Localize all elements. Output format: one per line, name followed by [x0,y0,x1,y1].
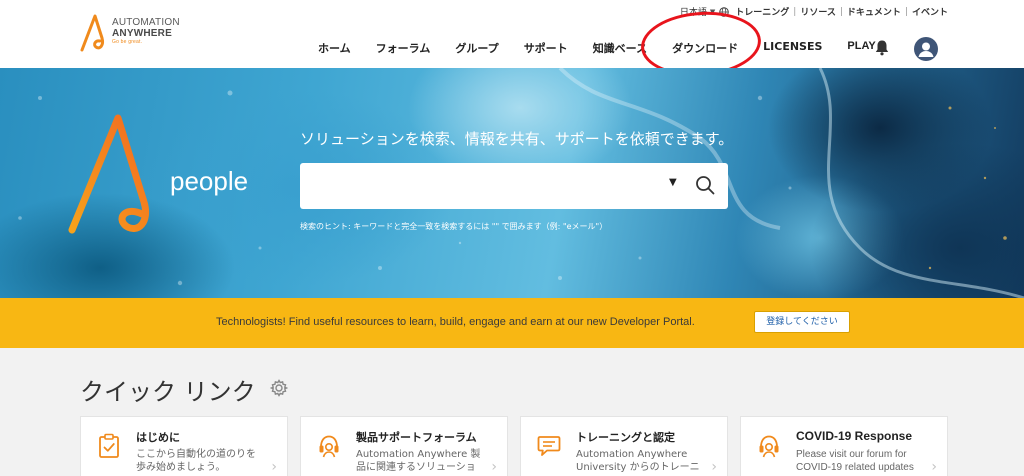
card-description: Automation Anywhere University からのトレーニ [576,449,700,473]
site-header: AUTOMATION ANYWHERE Go be great. 日本語 ▼ ト… [0,0,1024,81]
util-link-training[interactable]: トレーニング [735,5,789,18]
logo-text: AUTOMATION ANYWHERE Go be great. [112,17,180,46]
nav-licenses[interactable]: LICENSES [763,40,822,56]
quick-link-card-support-forum[interactable]: 製品サポートフォーラム Automation Anywhere 製品に関連するソ… [300,416,508,476]
util-divider: | [793,6,797,17]
util-divider: | [839,6,843,17]
person-icon [918,42,934,57]
search-icon[interactable] [694,174,716,196]
quick-link-card-training[interactable]: トレーニングと認定 Automation Anywhere University… [520,416,728,476]
card-title: トレーニングと認定 [576,431,675,444]
nav-forum[interactable]: フォーラム [376,40,431,56]
search-input[interactable] [310,175,650,197]
chevron-right-icon: › [711,459,717,475]
automation-anywhere-logo[interactable]: AUTOMATION ANYWHERE Go be great. [78,12,208,56]
card-description: Automation Anywhere 製品に関連するソリューショ [356,449,481,473]
logo-line-1: AUTOMATION [112,17,180,28]
hero-banner: people ソリューションを検索、情報を共有、サポートを依頼できます。 ▼ 検… [0,68,1024,298]
search-box: ▼ [300,163,728,209]
hero-title: ソリューションを検索、情報を共有、サポートを依頼できます。 [300,130,734,148]
page: AUTOMATION ANYWHERE Go be great. 日本語 ▼ ト… [0,0,1024,476]
card-description: ここから自動化の道のりを歩み始めましょう。 [136,449,256,473]
chevron-right-icon: › [271,459,277,475]
banner-text: Technologists! Find useful resources to … [216,316,695,328]
quick-links-title: クイック リンク [80,378,256,406]
util-link-resources[interactable]: リソース [800,5,836,18]
quick-link-card-getting-started[interactable]: はじめに ここから自動化の道のりを歩み始めましょう。 › [80,416,288,476]
card-title: はじめに [136,431,180,444]
nav-play[interactable]: PLAY [847,40,875,56]
chevron-right-icon: › [491,459,497,475]
gear-icon[interactable] [270,379,288,397]
developer-portal-banner: Technologists! Find useful resources to … [0,298,1024,348]
nav-support[interactable]: サポート [524,40,568,56]
card-title: 製品サポートフォーラム [356,431,477,444]
logo-tagline: Go be great. [112,39,143,45]
search-scope-dropdown-icon[interactable]: ▼ [669,177,677,188]
quick-link-card-covid-19[interactable]: COVID-19 Response Please visit our forum… [740,416,948,476]
logo-line-2: ANYWHERE [112,28,172,39]
logo-a-icon [80,14,104,52]
headset-icon [319,435,339,458]
util-link-documents[interactable]: ドキュメント [847,5,901,18]
nav-knowledge-base[interactable]: 知識ベース [593,40,647,56]
headset-icon [759,435,779,458]
util-divider: | [904,6,908,17]
nav-home[interactable]: ホーム [318,40,351,56]
register-button[interactable]: 登録してください [754,311,850,333]
chevron-right-icon: › [931,459,937,475]
bell-icon[interactable] [874,39,890,56]
speech-bubble-icon [537,436,561,456]
clipboard-check-icon [99,433,119,458]
card-title: COVID-19 Response [796,429,913,443]
card-description: Please visit our forum for COVID-19 rela… [796,449,914,473]
main-nav: ホーム フォーラム グループ サポート 知識ベース ダウンロード LICENSE… [318,40,901,56]
people-brand-text: people [170,166,249,196]
user-avatar-icon[interactable] [914,37,938,61]
util-link-events[interactable]: イベント [912,5,948,18]
search-hint: 検索のヒント: キーワードと完全一致を検索するには "" で囲みます（例: "e… [300,222,608,231]
nav-groups[interactable]: グループ [455,40,498,56]
